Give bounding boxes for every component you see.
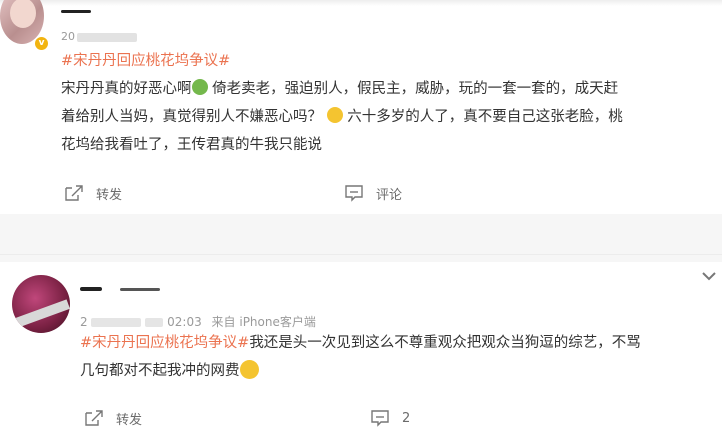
post-actions: 转发 评论 bbox=[64, 183, 402, 203]
repost-label: 转发 bbox=[116, 412, 143, 428]
verified-badge-icon: v bbox=[34, 36, 49, 51]
post-actions: 转发 2 bbox=[84, 408, 410, 428]
username-redacted bbox=[120, 288, 160, 291]
chevron-down-icon[interactable] bbox=[697, 264, 721, 288]
meta-redacted bbox=[77, 32, 137, 42]
meta-redacted bbox=[145, 318, 164, 327]
post-date: 2 bbox=[80, 315, 88, 329]
grin-emoji-icon bbox=[326, 107, 343, 123]
text-line: 我还是头一次见到这么不尊重观众把观众当狗逗的综艺，不骂 bbox=[249, 335, 641, 351]
comment-button[interactable]: 2 bbox=[370, 409, 410, 427]
post-separator bbox=[0, 214, 722, 262]
vomit-emoji-icon bbox=[191, 79, 208, 95]
text-line: 几句都对不起我冲的网费 bbox=[80, 363, 240, 379]
text-line: 花坞给我看吐了，王传君真的牛我只能说 bbox=[61, 137, 322, 153]
comment-icon bbox=[371, 410, 389, 427]
post-1: v 20 #宋丹丹回应桃花坞争议# 宋丹丹真的好恶心啊 倚老卖老，强迫别人，假民… bbox=[0, 0, 722, 214]
repost-button[interactable]: 转发 bbox=[64, 184, 122, 203]
post-meta: 2 02:03 来自 iPhone客户端 bbox=[80, 313, 316, 330]
post-time: 02:03 bbox=[167, 315, 202, 329]
meta-redacted bbox=[91, 318, 142, 327]
username-redacted bbox=[80, 287, 102, 291]
comment-button[interactable]: 评论 bbox=[344, 184, 402, 203]
post-date: 20 bbox=[61, 30, 75, 43]
text-line: 宋丹丹真的好恶心啊 bbox=[61, 81, 192, 97]
text-line: 六十多岁的人了，真不要自己这张老脸，桃 bbox=[342, 109, 623, 125]
username-redacted bbox=[61, 10, 91, 13]
text-line: 倚老卖老，强迫别人，假民主，威胁，玩的一套一套的，成天赶 bbox=[207, 81, 619, 97]
post-text: #宋丹丹回应桃花坞争议# 宋丹丹真的好恶心啊 倚老卖老，强迫别人，假民主，威胁，… bbox=[61, 47, 711, 159]
comment-count: 2 bbox=[402, 410, 411, 426]
crying-emoji-icon bbox=[239, 360, 259, 379]
avatar[interactable] bbox=[12, 275, 70, 333]
hashtag-link[interactable]: #宋丹丹回应桃花坞争议# bbox=[61, 53, 230, 69]
repost-label: 转发 bbox=[96, 187, 123, 203]
separator-line bbox=[0, 254, 722, 255]
repost-button[interactable]: 转发 bbox=[84, 409, 142, 428]
comment-icon bbox=[345, 185, 363, 202]
text-line: 着给别人当妈，真觉得别人不嫌恶心吗？ bbox=[61, 109, 322, 125]
post-source[interactable]: 来自 iPhone客户端 bbox=[212, 315, 316, 329]
avatar-redaction bbox=[12, 299, 70, 329]
comment-label: 评论 bbox=[376, 187, 403, 203]
repost-icon bbox=[85, 410, 103, 426]
top-fade bbox=[0, 0, 722, 6]
repost-icon bbox=[65, 185, 83, 201]
post-text: #宋丹丹回应桃花坞争议#我还是头一次见到这么不尊重观众把观众当狗逗的综艺，不骂 … bbox=[80, 329, 710, 385]
post-meta: 20 bbox=[61, 30, 137, 43]
avatar-face bbox=[10, 0, 36, 28]
hashtag-link[interactable]: #宋丹丹回应桃花坞争议# bbox=[80, 335, 249, 351]
